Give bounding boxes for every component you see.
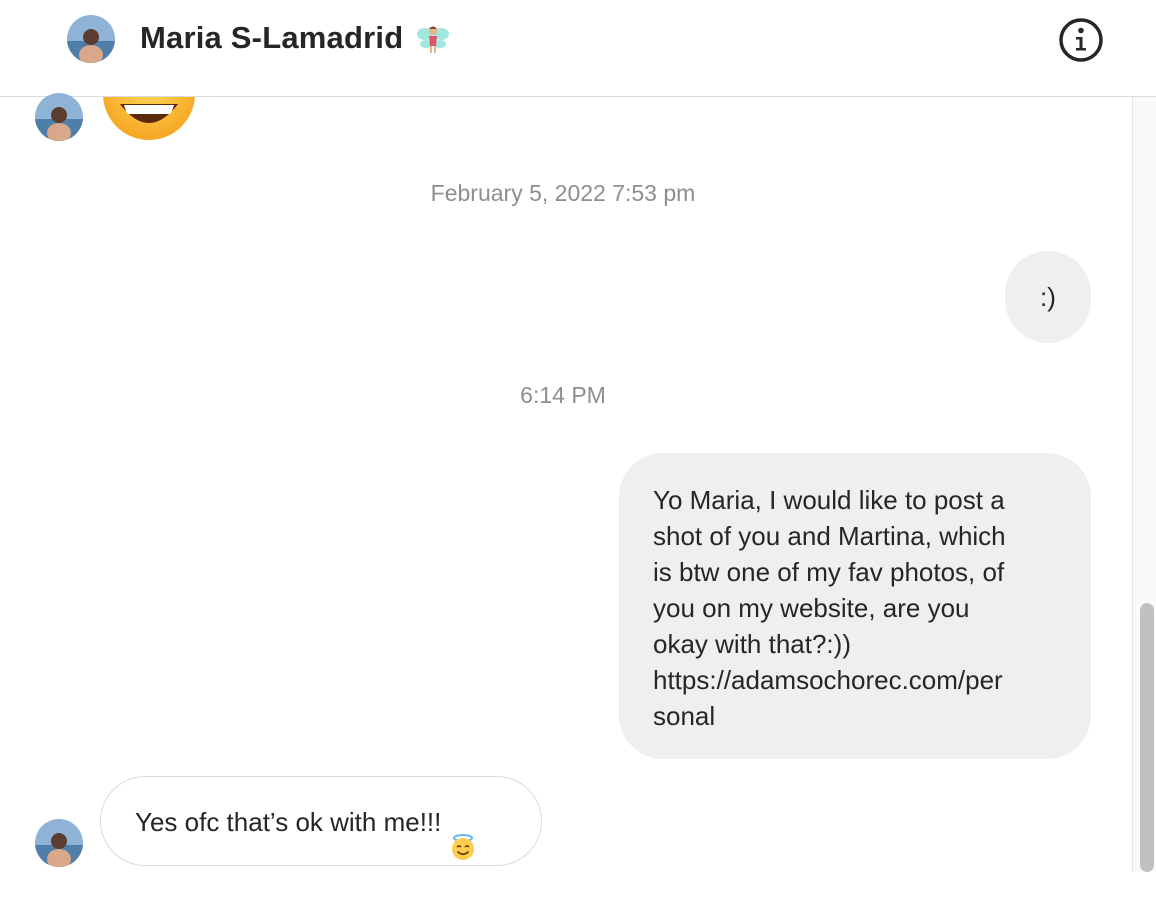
avatar-photo-icon [35, 819, 83, 867]
message-timestamp: February 5, 2022 7:53 pm [430, 180, 696, 206]
received-message-bubble[interactable]: Yes ofc that’s ok with me!!! [100, 776, 542, 866]
sender-avatar[interactable] [35, 93, 83, 141]
avatar-photo-icon [67, 15, 115, 63]
contact-avatar[interactable] [67, 15, 115, 63]
contact-name[interactable]: Maria S-Lamadrid [140, 20, 403, 56]
info-icon [1059, 18, 1103, 62]
message-text: Yes ofc that’s ok with me!!! [135, 807, 442, 837]
info-button[interactable] [1058, 17, 1104, 63]
scrollbar-thumb[interactable] [1140, 603, 1154, 872]
fairy-emoji-icon [416, 22, 450, 56]
heart-eyes-emoji-icon [100, 97, 198, 143]
smiling-face-with-halo-emoji-icon [449, 807, 477, 861]
message-text: Yo Maria, I would like to post a shot of… [653, 485, 1006, 731]
message-text: :) [1040, 282, 1056, 312]
message-timestamp: 6:14 PM [520, 382, 606, 408]
sender-avatar[interactable] [35, 819, 83, 867]
sent-message-bubble[interactable]: :) [1005, 251, 1091, 343]
avatar-photo-icon [35, 93, 83, 141]
sent-message-bubble[interactable]: Yo Maria, I would like to post a shot of… [619, 453, 1091, 759]
chat-header: Maria S-Lamadrid [0, 0, 1156, 97]
